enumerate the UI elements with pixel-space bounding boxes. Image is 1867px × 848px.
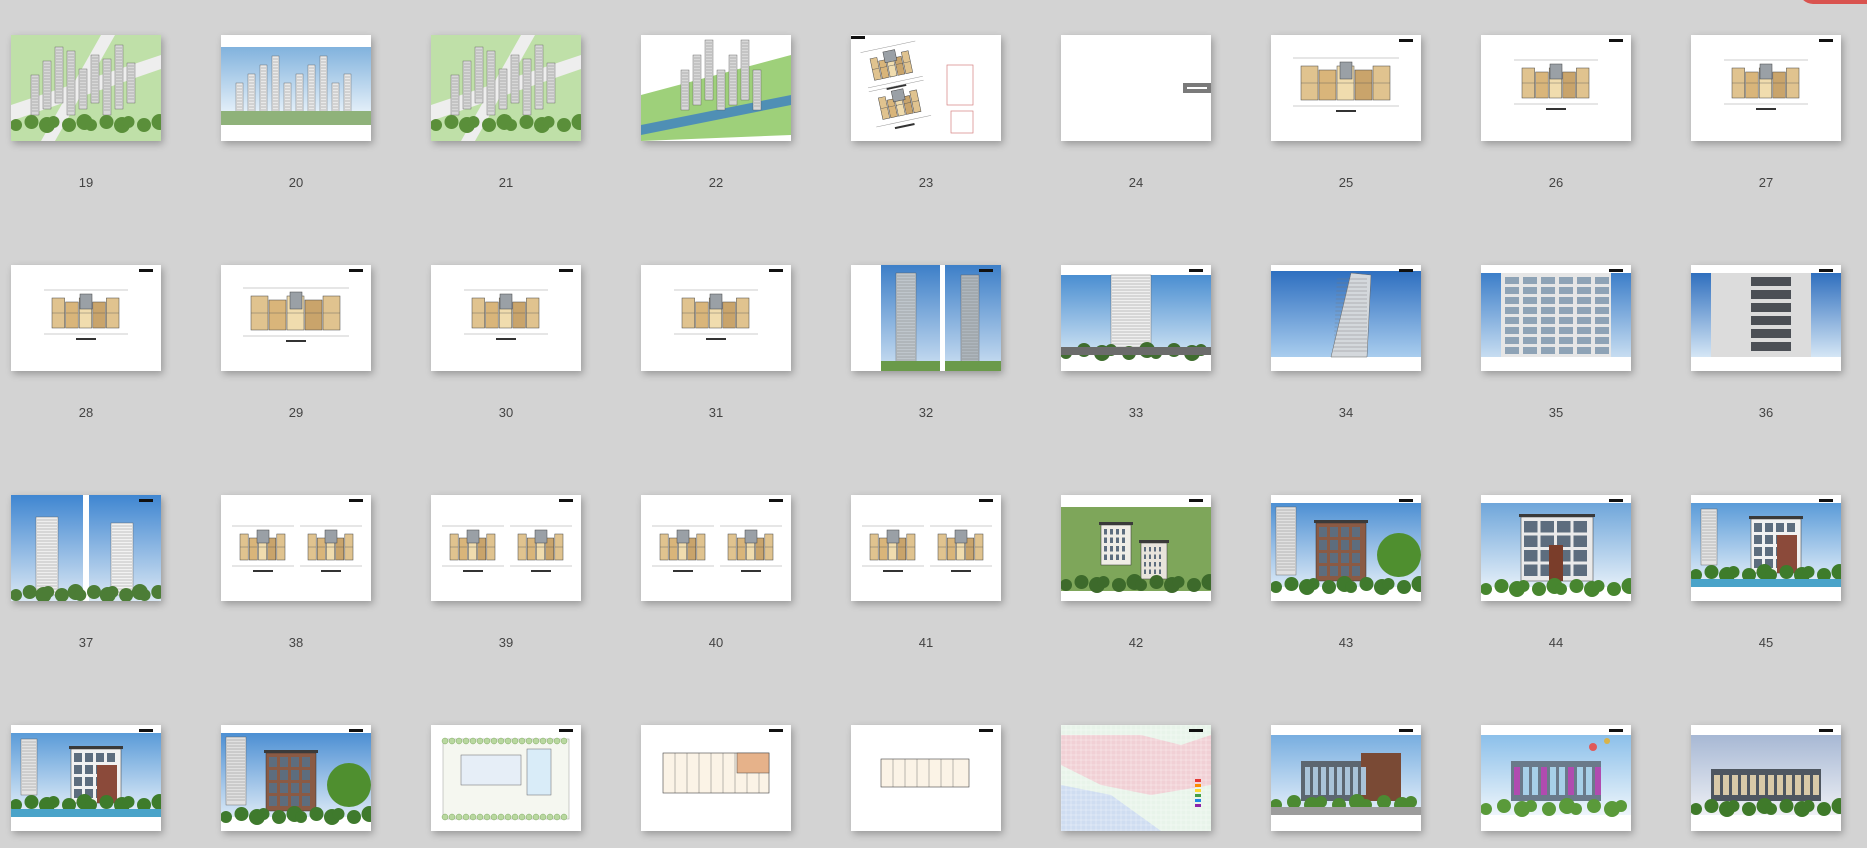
- page-thumbnail-image[interactable]: [1271, 495, 1421, 601]
- page-number-label: 36: [1758, 405, 1774, 420]
- page-thumbnail-image[interactable]: [221, 35, 371, 141]
- page-thumbnail-image[interactable]: [11, 265, 161, 371]
- page-number-label: 43: [1338, 635, 1354, 650]
- page-number-label: 25: [1338, 175, 1354, 190]
- page-thumbnail-image[interactable]: [221, 495, 371, 601]
- page-number-label: 41: [918, 635, 934, 650]
- page-number-label: 22: [708, 175, 724, 190]
- page-thumbnail-image[interactable]: [641, 35, 791, 141]
- page-thumbnail-image[interactable]: [1061, 725, 1211, 831]
- page-number-label: 20: [288, 175, 304, 190]
- page-thumbnail-image[interactable]: [11, 35, 161, 141]
- page-thumbnail-image[interactable]: [1691, 725, 1841, 831]
- page-thumbnail-image[interactable]: [431, 265, 581, 371]
- page-number-label: 21: [498, 175, 514, 190]
- page-thumbnail-image[interactable]: [1271, 35, 1421, 141]
- page-number-label: 35: [1548, 405, 1564, 420]
- page-number-label: 28: [78, 405, 94, 420]
- close-button[interactable]: [1799, 0, 1867, 4]
- page-number-label: 37: [78, 635, 94, 650]
- page-thumbnail-image[interactable]: [641, 265, 791, 371]
- page-thumbnail-image[interactable]: [1691, 35, 1841, 141]
- page-thumbnail-image[interactable]: [1481, 725, 1631, 831]
- page-number-label: 24: [1128, 175, 1144, 190]
- page-number-label: 30: [498, 405, 514, 420]
- page-thumbnail-image[interactable]: [11, 495, 161, 601]
- page-thumbnail-image[interactable]: [1481, 495, 1631, 601]
- page-thumbnail-image[interactable]: [851, 35, 1001, 141]
- page-number-label: 23: [918, 175, 934, 190]
- page-number-label: 39: [498, 635, 514, 650]
- page-thumbnail-image[interactable]: [641, 495, 791, 601]
- page-thumbnail-image[interactable]: [1061, 35, 1211, 141]
- page-thumbnail-image[interactable]: [851, 725, 1001, 831]
- page-number-label: 31: [708, 405, 724, 420]
- page-thumbnail-image[interactable]: [431, 35, 581, 141]
- page-number-label: 42: [1128, 635, 1144, 650]
- page-number-label: 34: [1338, 405, 1354, 420]
- page-thumbnail-image[interactable]: [1691, 495, 1841, 601]
- page-number-label: 45: [1758, 635, 1774, 650]
- page-number-label: 40: [708, 635, 724, 650]
- page-thumbnail-image[interactable]: [1481, 265, 1631, 371]
- page-thumbnail-image[interactable]: [1481, 35, 1631, 141]
- page-number-label: 33: [1128, 405, 1144, 420]
- page-number-label: 26: [1548, 175, 1564, 190]
- page-number-label: 27: [1758, 175, 1774, 190]
- thumbnail-grid: 19 20 21 22 23 24 25 26 27 28 29 30 31 32 33 34 35 36 37 38…: [0, 0, 1867, 848]
- page-thumbnail-image[interactable]: [1061, 265, 1211, 371]
- page-thumbnail-image[interactable]: [1691, 265, 1841, 371]
- page-thumbnail-image[interactable]: [641, 725, 791, 831]
- page-number-label: 38: [288, 635, 304, 650]
- page-thumbnail-image[interactable]: [1271, 725, 1421, 831]
- page-thumbnail-image[interactable]: [851, 265, 1001, 371]
- page-thumbnail-image[interactable]: [221, 725, 371, 831]
- page-thumbnail-image[interactable]: [1271, 265, 1421, 371]
- page-thumbnail-image[interactable]: [11, 725, 161, 831]
- page-thumbnail-image[interactable]: [221, 265, 371, 371]
- page-number-label: 29: [288, 405, 304, 420]
- page-thumbnail-image[interactable]: [431, 495, 581, 601]
- page-thumbnail-image[interactable]: [1061, 495, 1211, 601]
- page-thumbnail-image[interactable]: [851, 495, 1001, 601]
- page-number-label: 44: [1548, 635, 1564, 650]
- page-number-label: 19: [78, 175, 94, 190]
- page-thumbnail-image[interactable]: [431, 725, 581, 831]
- page-number-label: 32: [918, 405, 934, 420]
